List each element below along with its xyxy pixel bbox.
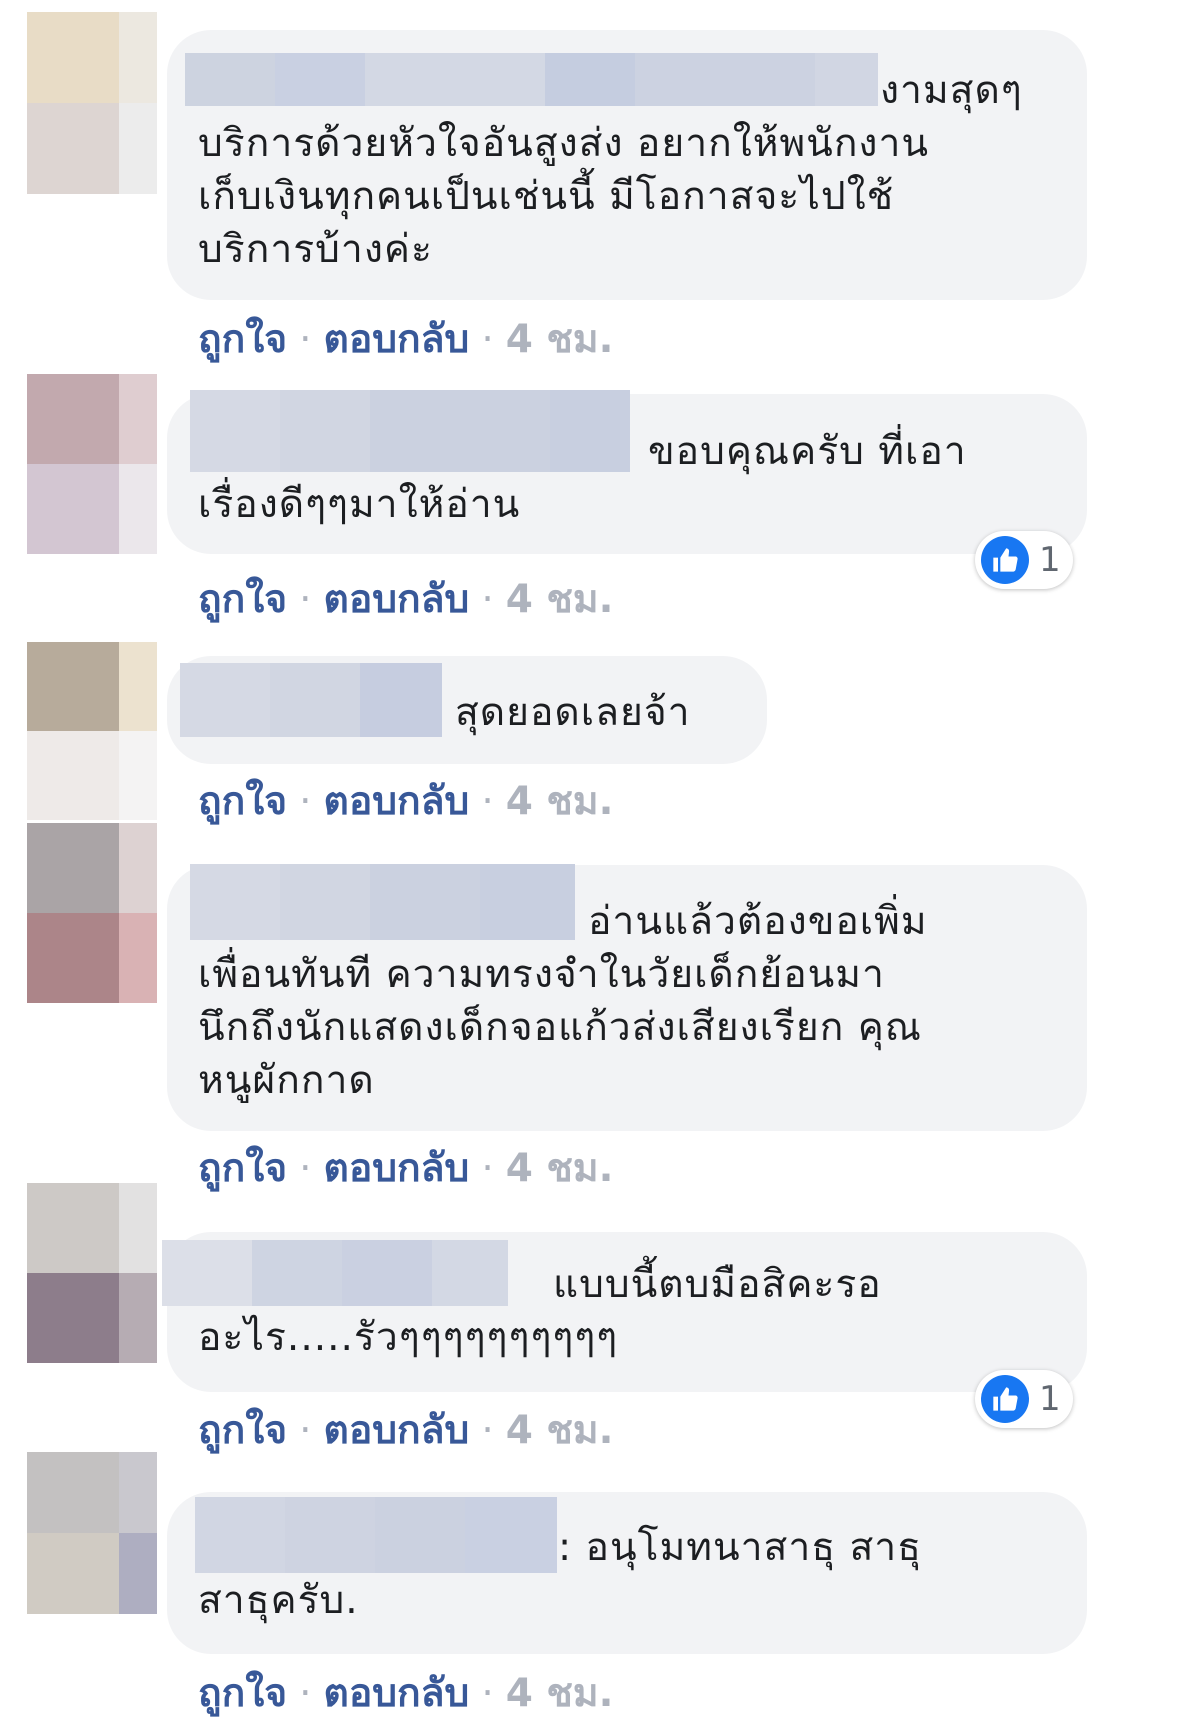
comment-actions: ถูกใจ · ตอบกลับ · 4 ชม. — [198, 1146, 614, 1191]
reply-link[interactable]: ตอบกลับ — [324, 1671, 470, 1716]
reaction-count: 1 — [1039, 1379, 1061, 1419]
comment-actions: ถูกใจ · ตอบกลับ · 4 ชม. — [198, 1408, 614, 1453]
avatar[interactable] — [27, 642, 157, 820]
reply-link[interactable]: ตอบกลับ — [324, 1408, 470, 1453]
comment-actions: ถูกใจ · ตอบกลับ · 4 ชม. — [198, 577, 614, 622]
reaction-count: 1 — [1039, 540, 1061, 580]
like-link[interactable]: ถูกใจ — [198, 317, 287, 362]
timestamp[interactable]: 4 ชม. — [506, 1146, 614, 1191]
comment-text: อ่านแล้วต้องขอเพิ่ม เพื่อนทันที ความทรงจ… — [198, 899, 928, 1103]
timestamp[interactable]: 4 ชม. — [506, 1408, 614, 1453]
like-link[interactable]: ถูกใจ — [198, 1671, 287, 1716]
comment-text: แบบนี้ตบมือสิคะรอ อะไร.....รัวๆๆๆๆๆๆๆๆๆๆ — [198, 1262, 882, 1360]
timestamp[interactable]: 4 ชม. — [506, 577, 614, 622]
blurred-author-name[interactable] — [180, 663, 442, 737]
comment-text: : อนุโมทนาสาธุ สาธุ สาธุครับ. — [198, 1525, 922, 1623]
reaction-badge[interactable]: 1 — [975, 1370, 1073, 1428]
avatar[interactable] — [27, 12, 157, 194]
reply-link[interactable]: ตอบกลับ — [324, 1146, 470, 1191]
like-link[interactable]: ถูกใจ — [198, 1146, 287, 1191]
comment-text: งามสุดๆ บริการด้วยหัวใจอันสูงส่ง อยากให้… — [198, 68, 1023, 272]
timestamp[interactable]: 4 ชม. — [506, 1671, 614, 1716]
avatar[interactable] — [27, 1452, 157, 1614]
comment-actions: ถูกใจ · ตอบกลับ · 4 ชม. — [198, 779, 614, 824]
avatar[interactable] — [27, 1183, 157, 1363]
comment-actions: ถูกใจ · ตอบกลับ · 4 ชม. — [198, 1671, 614, 1716]
thumbs-up-icon — [981, 536, 1029, 584]
like-link[interactable]: ถูกใจ — [198, 779, 287, 824]
timestamp[interactable]: 4 ชม. — [506, 779, 614, 824]
avatar[interactable] — [27, 823, 157, 1003]
avatar[interactable] — [27, 374, 157, 554]
like-link[interactable]: ถูกใจ — [198, 1408, 287, 1453]
reply-link[interactable]: ตอบกลับ — [324, 577, 470, 622]
comment-text: สุดยอดเลยจ้า — [455, 690, 691, 735]
comment-text: ขอบคุณครับ ที่เอา เรื่องดีๆๆมาให้อ่าน — [198, 429, 967, 527]
reply-link[interactable]: ตอบกลับ — [324, 779, 470, 824]
thumbs-up-icon — [981, 1375, 1029, 1423]
reply-link[interactable]: ตอบกลับ — [324, 317, 470, 362]
comment-actions: ถูกใจ · ตอบกลับ · 4 ชม. — [198, 317, 614, 362]
like-link[interactable]: ถูกใจ — [198, 577, 287, 622]
reaction-badge[interactable]: 1 — [975, 531, 1073, 589]
timestamp[interactable]: 4 ชม. — [506, 317, 614, 362]
